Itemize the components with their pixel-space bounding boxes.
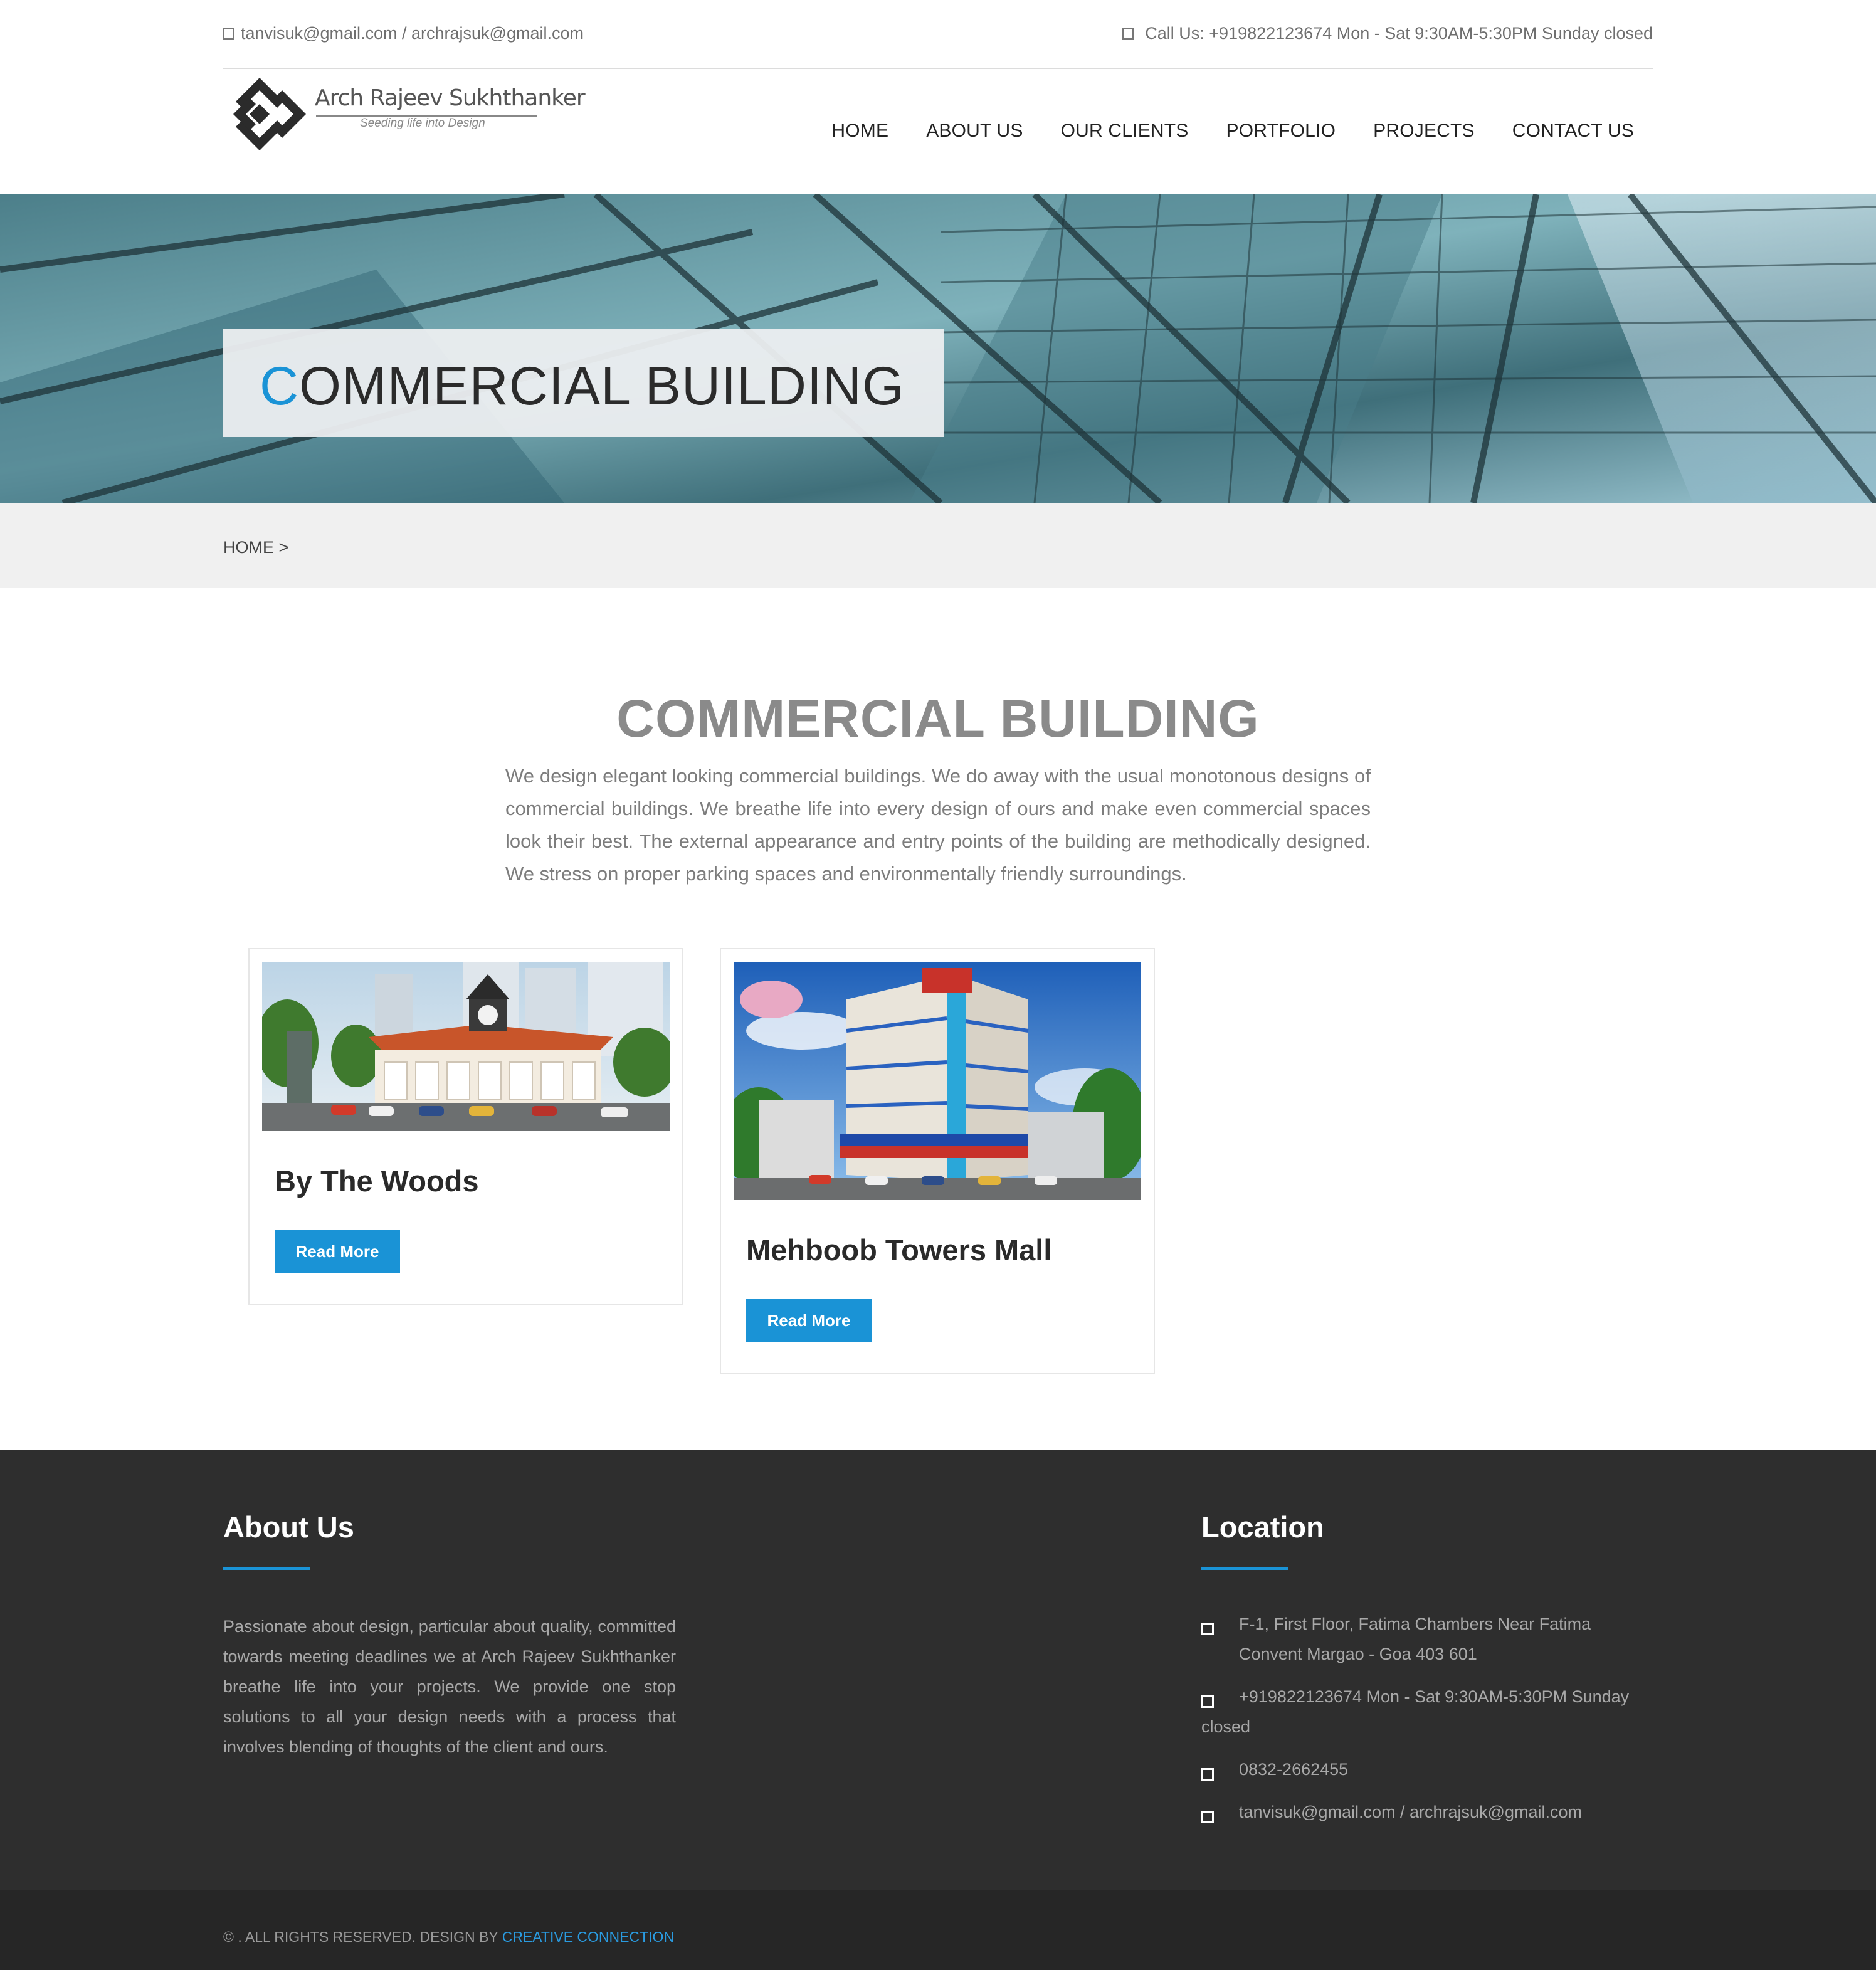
breadcrumb-bar: HOME > [0, 503, 1876, 588]
project-image[interactable] [734, 962, 1141, 1200]
mehboob-towers-mall-image [734, 962, 1141, 1200]
read-more-button[interactable]: Read More [746, 1299, 872, 1342]
copyright-prefix: © . ALL RIGHTS RESERVED. DESIGN BY [223, 1929, 498, 1945]
footer-landline-text: 0832-2662455 [1239, 1760, 1349, 1779]
banner-title-first-letter: C [260, 356, 300, 416]
phone-icon [1122, 28, 1134, 40]
nav-home[interactable]: HOME [831, 120, 888, 142]
banner-title: COMMERCIAL BUILDING [260, 356, 905, 418]
intro-text: We design elegant looking commercial bui… [505, 765, 1371, 885]
top-email[interactable]: tanvisuk@gmail.com / archrajsuk@gmail.co… [223, 24, 584, 43]
footer-about-heading: About Us [223, 1510, 354, 1544]
nav-contact-us[interactable]: CONTACT US [1512, 120, 1634, 142]
footer-about-text: Passionate about design, particular abou… [223, 1617, 676, 1756]
main-nav: HOME ABOUT US OUR CLIENTS PORTFOLIO PROJ… [831, 120, 1634, 142]
footer-phone: +919822123674 Mon - Sat 9:30AM-5:30PM Su… [1201, 1682, 1640, 1742]
logo-mark-icon [233, 78, 306, 150]
site-footer: About Us Passionate about design, partic… [0, 1450, 1876, 1890]
designer-link[interactable]: CREATIVE CONNECTION [502, 1929, 674, 1945]
project-title[interactable]: By The Woods [275, 1164, 479, 1198]
footer-location-underline [1201, 1567, 1288, 1570]
top-phone-text: Call Us: +919822123674 Mon - Sat 9:30AM-… [1145, 24, 1653, 43]
footer-location-heading: Location [1201, 1510, 1324, 1544]
page-banner: COMMERCIAL BUILDING [0, 194, 1876, 503]
top-phone: Call Us: +919822123674 Mon - Sat 9:30AM-… [1122, 24, 1653, 43]
nav-portfolio[interactable]: PORTFOLIO [1226, 120, 1336, 142]
envelope-icon [1201, 1811, 1214, 1823]
nav-about-us[interactable]: ABOUT US [926, 120, 1023, 142]
footer-address-text: F-1, First Floor, Fatima Chambers Near F… [1239, 1614, 1591, 1663]
site-logo[interactable]: Arch Rajeev Sukhthanker Seeding life int… [228, 73, 586, 154]
envelope-icon [223, 28, 234, 40]
footer-address: F-1, First Floor, Fatima Chambers Near F… [1201, 1609, 1634, 1669]
project-card: By The Woods Read More [248, 948, 683, 1305]
nav-projects[interactable]: PROJECTS [1373, 120, 1475, 142]
footer-landline: 0832-2662455 [1201, 1754, 1640, 1784]
copyright-text: © . ALL RIGHTS RESERVED. DESIGN BY CREAT… [223, 1929, 674, 1946]
fax-icon [1201, 1768, 1214, 1781]
nav-our-clients[interactable]: OUR CLIENTS [1061, 120, 1189, 142]
project-image[interactable] [262, 962, 670, 1131]
footer-email-text: tanvisuk@gmail.com / archrajsuk@gmail.co… [1239, 1803, 1582, 1821]
top-email-text: tanvisuk@gmail.com / archrajsuk@gmail.co… [241, 24, 584, 43]
copyright-bar: © . ALL RIGHTS RESERVED. DESIGN BY CREAT… [0, 1890, 1876, 1970]
map-marker-icon [1201, 1623, 1214, 1635]
banner-title-rest: OMMERCIAL BUILDING [299, 356, 905, 416]
footer-about-underline [223, 1567, 310, 1570]
logo-name: Arch Rajeev Sukhthanker [315, 85, 586, 111]
project-card: Mehboob Towers Mall Read More [720, 948, 1155, 1374]
by-the-woods-image [262, 962, 670, 1131]
phone-icon [1201, 1695, 1214, 1708]
read-more-button[interactable]: Read More [275, 1230, 400, 1273]
breadcrumb[interactable]: HOME > [223, 538, 288, 557]
footer-email[interactable]: tanvisuk@gmail.com / archrajsuk@gmail.co… [1201, 1797, 1640, 1827]
page-title: COMMERCIAL BUILDING [616, 689, 1260, 748]
project-title[interactable]: Mehboob Towers Mall [746, 1233, 1051, 1267]
banner-title-box: COMMERCIAL BUILDING [223, 329, 944, 437]
logo-tagline: Seeding life into Design [360, 117, 485, 130]
top-contact-bar: tanvisuk@gmail.com / archrajsuk@gmail.co… [223, 0, 1653, 69]
footer-phone-text: +919822123674 Mon - Sat 9:30AM-5:30PM Su… [1201, 1687, 1630, 1736]
